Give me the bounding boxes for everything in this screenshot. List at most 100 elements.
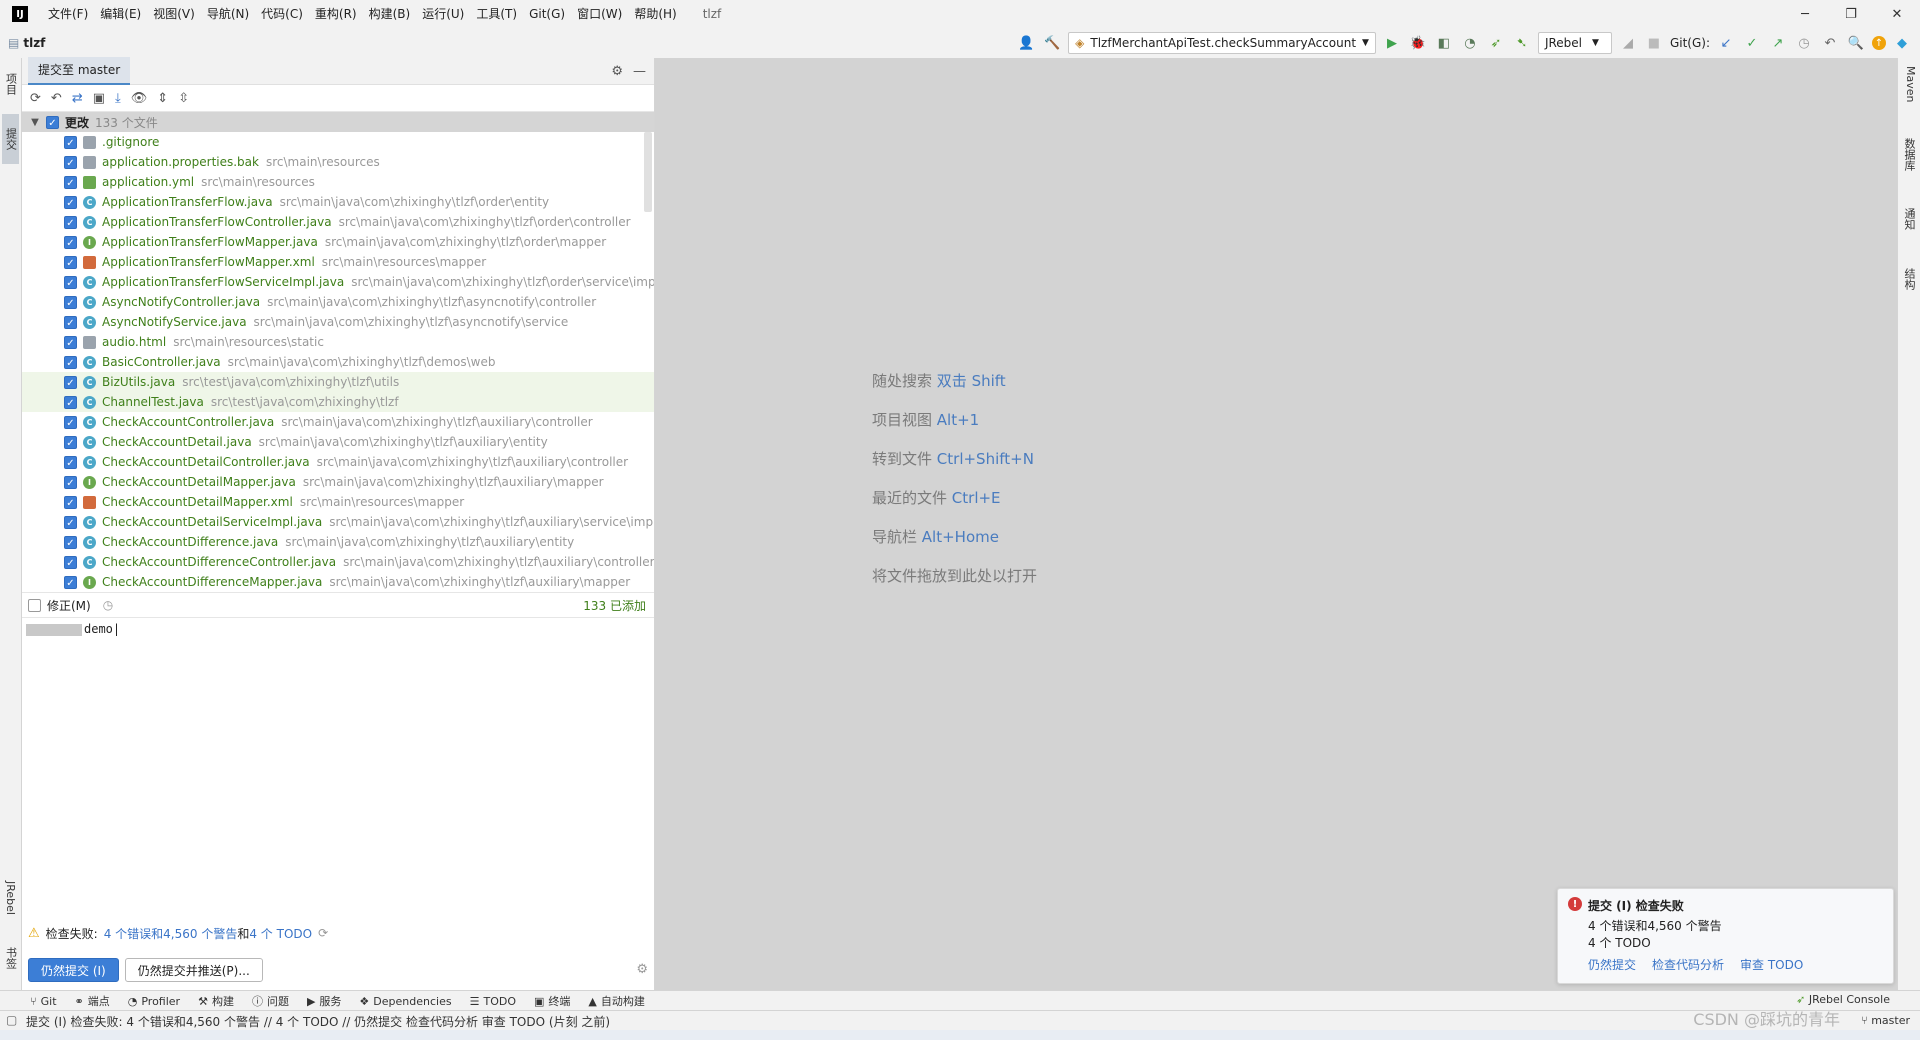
tab-jrebel[interactable]: JRebel (2, 868, 19, 928)
commit-history-icon[interactable]: ◷ (103, 598, 113, 612)
status-message[interactable]: 提交 (I) 检查失败: 4 个错误和4,560 个警告 // 4 个 TODO… (26, 1013, 610, 1030)
debug-icon[interactable]: 🐞 (1408, 33, 1428, 53)
commit-anyway-button[interactable]: 仍然提交 (I) (28, 958, 119, 982)
commit-and-push-button[interactable]: 仍然提交并推送(P)... (124, 958, 263, 982)
shelve-icon[interactable]: ▣ (93, 91, 105, 106)
list-scrollbar[interactable] (644, 132, 652, 212)
tool-auto-build[interactable]: ▲ 自动构建 (588, 993, 644, 1009)
tool-endpoints[interactable]: ⚭ 端点 (75, 993, 110, 1009)
inspection-todo-link[interactable]: 4 个 TODO (249, 925, 312, 942)
file-checkbox[interactable]: ✓ (64, 535, 77, 549)
coverage-icon[interactable]: ◧ (1434, 33, 1454, 53)
file-checkbox[interactable]: ✓ (64, 215, 77, 229)
file-checkbox[interactable]: ✓ (64, 555, 77, 569)
file-checkbox[interactable]: ✓ (64, 575, 77, 589)
file-checkbox[interactable]: ✓ (64, 175, 77, 189)
file-checkbox[interactable]: ✓ (64, 315, 77, 329)
file-row[interactable]: ✓ I CheckAccountDifferenceMapper.java src\m… (22, 572, 654, 592)
menu-run[interactable]: 运行(U) (416, 0, 470, 28)
project-breadcrumb[interactable]: ▤ tlzf (8, 36, 45, 50)
file-row[interactable]: ✓ I ApplicationTransferFlowMapper.java src\… (22, 232, 654, 252)
notification-review-analysis-link[interactable]: 检查代码分析 (1652, 956, 1724, 973)
file-row[interactable]: ✓ application.yml src\main\resources (22, 172, 654, 192)
file-checkbox[interactable]: ✓ (64, 255, 77, 269)
file-row[interactable]: ✓ C CheckAccountDifference.java src\main\ja… (22, 532, 654, 552)
status-layout-icon[interactable]: ▢ (6, 1013, 17, 1027)
file-row[interactable]: ✓ C ChannelTest.java src\test\java\com\zhix… (22, 392, 654, 412)
file-checkbox[interactable]: ✓ (64, 335, 77, 349)
jrebel-debug-icon[interactable]: ➷ (1512, 33, 1532, 53)
expand-all-icon[interactable]: ⇕ (157, 91, 168, 106)
refresh-icon[interactable]: ⟳ (30, 91, 41, 106)
rerun-icon[interactable]: ⟳ (318, 926, 328, 940)
file-checkbox[interactable]: ✓ (64, 275, 77, 289)
tab-project[interactable]: 项目 (2, 64, 19, 104)
tab-notifications[interactable]: 通知 (1901, 208, 1917, 248)
user-icon[interactable]: 👤 (1016, 33, 1036, 53)
file-checkbox[interactable]: ✓ (64, 475, 77, 489)
tool-profiler[interactable]: ◔ Profiler (128, 995, 180, 1008)
tab-maven[interactable]: Maven (1901, 66, 1917, 122)
file-checkbox[interactable]: ✓ (64, 435, 77, 449)
rollback-icon[interactable]: ↶ (51, 91, 62, 106)
file-checkbox[interactable]: ✓ (64, 395, 77, 409)
jrebel-select[interactable]: JRebel ▼ (1537, 32, 1612, 54)
tool-services[interactable]: ▶ 服务 (307, 993, 341, 1009)
build-hammer-icon[interactable]: 🔨 (1042, 33, 1062, 53)
tab-commit-to-master[interactable]: 提交至 master (28, 57, 131, 85)
jetbrains-toolbox-icon[interactable]: ◆ (1892, 33, 1912, 53)
menu-edit[interactable]: 编辑(E) (94, 0, 147, 28)
file-checkbox[interactable]: ✓ (64, 495, 77, 509)
file-checkbox[interactable]: ✓ (64, 155, 77, 169)
changes-group-row[interactable]: ▼ ✓ 更改 133 个文件 (22, 112, 654, 132)
close-icon[interactable]: ✕ (1874, 0, 1920, 28)
minimize-icon[interactable]: ─ (1782, 0, 1828, 28)
file-checkbox[interactable]: ✓ (64, 455, 77, 469)
file-row[interactable]: ✓ C CheckAccountController.java src\main\ja… (22, 412, 654, 432)
tool-jrebel-console[interactable]: ➶ JRebel Console (1796, 993, 1890, 1006)
commit-message-input[interactable]: demo| (22, 618, 654, 924)
run-configuration-select[interactable]: ◈ TlzfMerchantApiTest.checkSummaryAccoun… (1068, 32, 1376, 54)
inspection-errors-link[interactable]: 4 个错误和4,560 个警告 (104, 925, 238, 942)
file-checkbox[interactable]: ✓ (64, 235, 77, 249)
collapse-all-icon[interactable]: ⇳ (178, 91, 189, 106)
file-row[interactable]: ✓ I CheckAccountDetailMapper.java src\main\… (22, 472, 654, 492)
file-row[interactable]: ✓ C AsyncNotifyService.java src\main\java\c… (22, 312, 654, 332)
file-row[interactable]: ✓ CheckAccountDetailMapper.xml src\main\re… (22, 492, 654, 512)
tool-build[interactable]: ⚒ 构建 (198, 993, 234, 1009)
menu-code[interactable]: 代码(C) (255, 0, 309, 28)
file-checkbox[interactable]: ✓ (64, 135, 77, 149)
file-checkbox[interactable]: ✓ (64, 195, 77, 209)
git-branch-widget[interactable]: ⑂ master (1861, 1014, 1910, 1027)
eye-icon[interactable]: 👁 (131, 91, 148, 106)
run-icon[interactable]: ▶ (1382, 33, 1402, 53)
notification-commit-anyway-link[interactable]: 仍然提交 (1588, 956, 1636, 973)
file-checkbox[interactable]: ✓ (64, 515, 77, 529)
tool-git[interactable]: ⑂ Git (30, 995, 57, 1008)
git-push-icon[interactable]: ↗ (1768, 33, 1788, 53)
menu-navigate[interactable]: 导航(N) (201, 0, 255, 28)
gear-icon[interactable]: ⚙ (611, 64, 623, 79)
tool-problems[interactable]: ⓘ 问题 (252, 993, 289, 1009)
update-available-icon[interactable]: ↑ (1872, 36, 1886, 50)
rollback-icon[interactable]: ↶ (1820, 33, 1840, 53)
hide-panel-icon[interactable]: — (633, 64, 646, 79)
history-icon[interactable]: ◷ (1794, 33, 1814, 53)
commit-options-gear-icon[interactable]: ⚙ (636, 962, 648, 977)
jrebel-update-icon[interactable]: ◢ (1618, 33, 1638, 53)
file-row[interactable]: ✓ C CheckAccountDifferenceController.java s… (22, 552, 654, 572)
menu-file[interactable]: 文件(F) (42, 0, 94, 28)
file-row[interactable]: ✓ C BasicController.java src\main\java\com\… (22, 352, 654, 372)
restore-icon[interactable]: ❐ (1828, 0, 1874, 28)
tool-todo[interactable]: ☰ TODO (470, 995, 516, 1008)
file-row[interactable]: ✓ C BizUtils.java src\test\java\com\zhixing… (22, 372, 654, 392)
tab-structure[interactable]: 结构 (1901, 268, 1917, 308)
file-row[interactable]: ✓ C ApplicationTransferFlowController.java… (22, 212, 654, 232)
file-row[interactable]: ✓ audio.html src\main\resources\static (22, 332, 654, 352)
profile-icon[interactable]: ◔ (1460, 33, 1480, 53)
menu-build[interactable]: 构建(B) (363, 0, 417, 28)
file-row[interactable]: ✓ ApplicationTransferFlowMapper.xml src\ma… (22, 252, 654, 272)
jrebel-run-icon[interactable]: ➶ (1486, 33, 1506, 53)
tab-commit[interactable]: 提交 (2, 114, 19, 164)
file-row[interactable]: ✓ C CheckAccountDetailServiceImpl.java src\… (22, 512, 654, 532)
